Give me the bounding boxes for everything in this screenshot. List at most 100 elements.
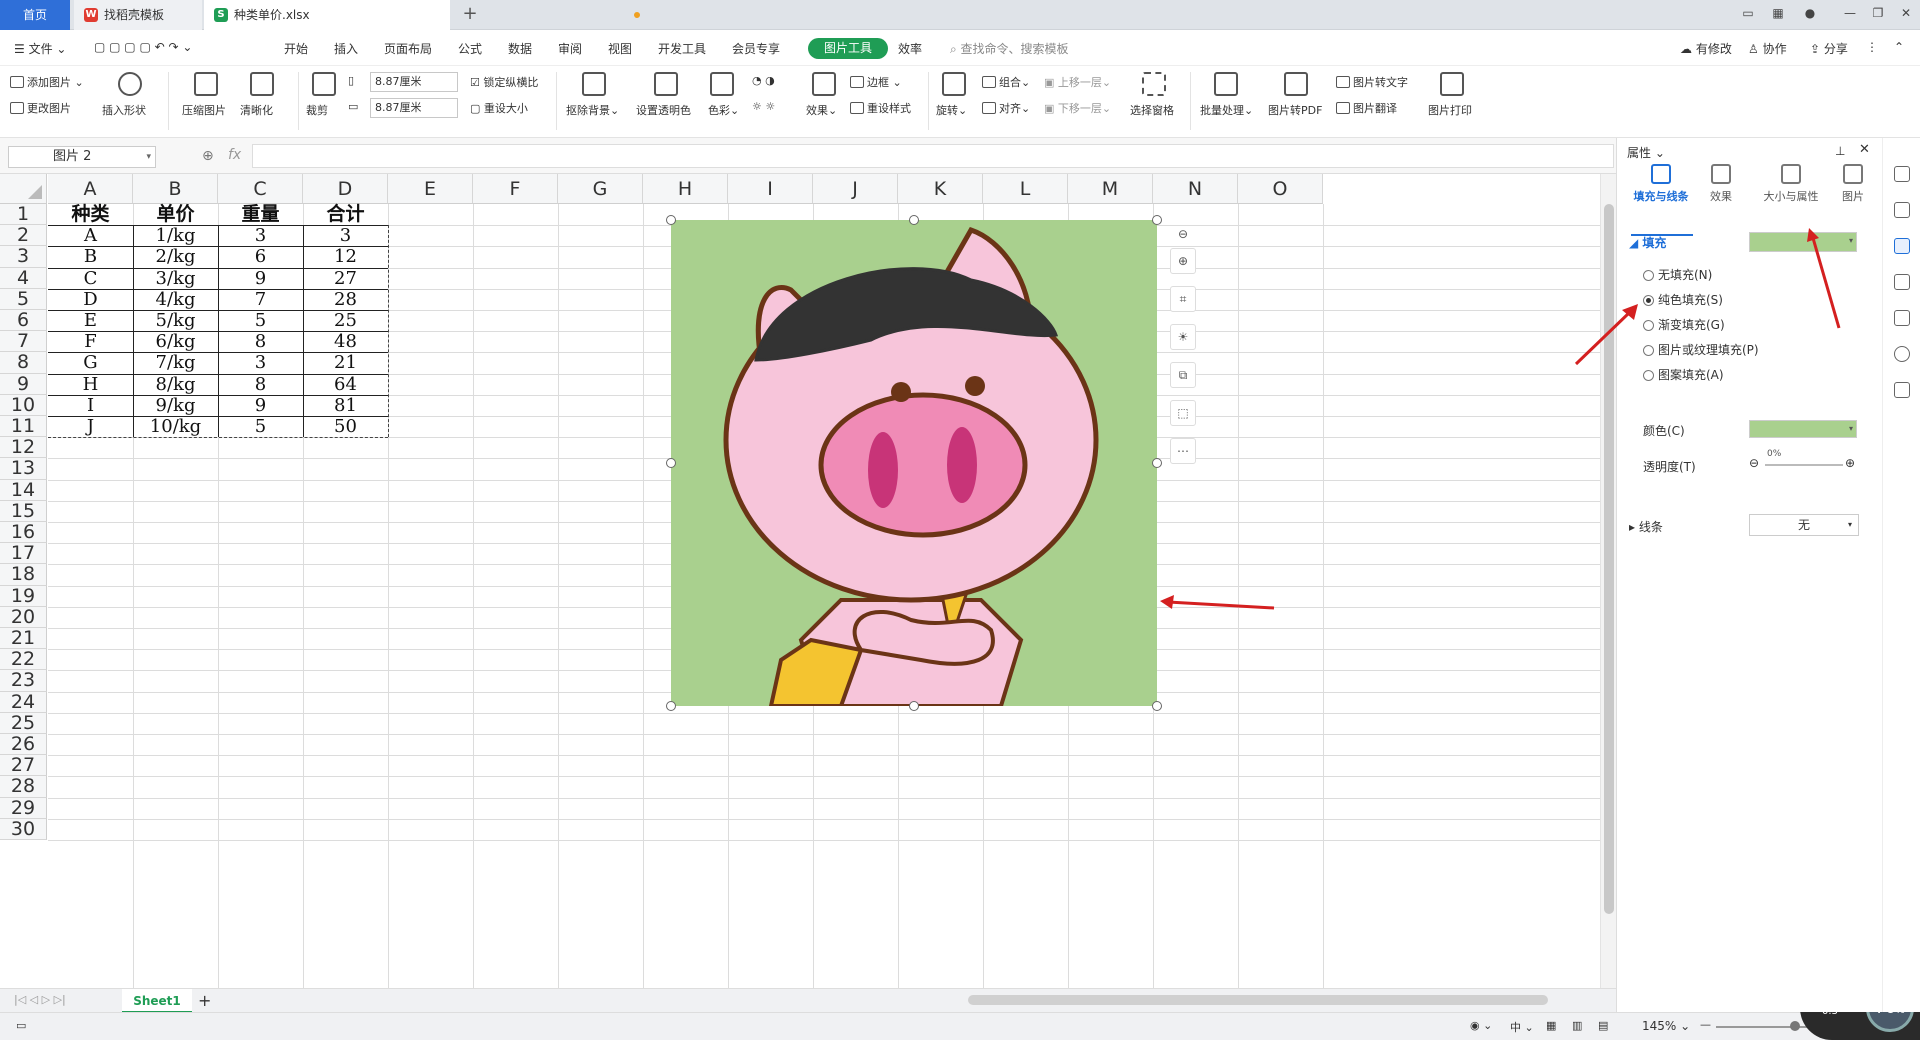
rotate-button[interactable]: 旋转⌄: [936, 102, 967, 118]
table-cell[interactable]: 25: [303, 310, 388, 331]
row-header-10[interactable]: 10: [0, 394, 47, 416]
table-cell[interactable]: 3: [218, 225, 303, 246]
insert-shape-button[interactable]: 插入形状: [102, 102, 146, 118]
table-cell[interactable]: 21: [303, 352, 388, 373]
layout-icon[interactable]: ▭: [1738, 6, 1758, 24]
row-header-13[interactable]: 13: [0, 458, 47, 480]
table-cell[interactable]: 6/kg: [133, 331, 218, 352]
tab-effects[interactable]: 效果: [1691, 164, 1751, 204]
remove-bg-button[interactable]: 抠除背景⌄: [566, 102, 619, 118]
resize-handle-tl[interactable]: [666, 215, 676, 225]
row-header-6[interactable]: 6: [0, 309, 47, 332]
view-normal-icon[interactable]: ▦: [1546, 1019, 1556, 1032]
menu-page-layout[interactable]: 页面布局: [384, 40, 432, 57]
table-cell[interactable]: 5: [218, 310, 303, 331]
table-cell[interactable]: 6: [218, 246, 303, 267]
zoom-out-icon[interactable]: —: [1700, 1018, 1711, 1031]
bring-forward-button[interactable]: ▣ 上移一层⌄: [1044, 74, 1111, 90]
table-cell[interactable]: E: [48, 310, 133, 331]
line-select[interactable]: 无 ▾: [1749, 514, 1859, 536]
share-button[interactable]: ⇪ 分享: [1810, 40, 1848, 57]
compress-button[interactable]: 压缩图片: [182, 102, 226, 118]
table-cell[interactable]: 3: [218, 352, 303, 373]
reset-style-button[interactable]: 重设样式: [850, 100, 911, 116]
menu-efficiency[interactable]: 效率: [898, 40, 922, 57]
radio-solid-fill[interactable]: 纯色填充(S): [1643, 291, 1723, 308]
apps-icon[interactable]: ▦: [1768, 6, 1788, 24]
menu-start[interactable]: 开始: [284, 40, 308, 57]
row-header-4[interactable]: 4: [0, 267, 47, 289]
resize-handle-b[interactable]: [909, 701, 919, 711]
table-cell[interactable]: 9: [218, 268, 303, 289]
column-header-D[interactable]: D: [303, 174, 388, 204]
table-cell[interactable]: A: [48, 225, 133, 246]
table-cell[interactable]: C: [48, 268, 133, 289]
table-cell[interactable]: 81: [303, 395, 388, 416]
tab-size-properties[interactable]: 大小与属性: [1751, 164, 1831, 204]
menu-data[interactable]: 数据: [508, 40, 532, 57]
print-button[interactable]: 图片打印: [1428, 102, 1472, 118]
set-transparent-button[interactable]: 设置透明色: [636, 102, 691, 118]
lock-ratio-checkbox[interactable]: ☑ 锁定纵横比: [470, 74, 538, 90]
select-picture-icon[interactable]: ⬚: [1170, 400, 1196, 426]
row-header-3[interactable]: 3: [0, 246, 47, 268]
resize-handle-r[interactable]: [1152, 458, 1162, 468]
table-cell[interactable]: D: [48, 289, 133, 310]
transparency-minus-icon[interactable]: ⊖: [1749, 456, 1759, 470]
translate-button[interactable]: 图片翻译: [1336, 100, 1397, 116]
tab-file[interactable]: S 种类单价.xlsx: [204, 0, 640, 30]
row-header-19[interactable]: 19: [0, 585, 47, 607]
file-menu[interactable]: ☰ 文件 ⌄: [14, 40, 66, 57]
column-header-E[interactable]: E: [388, 174, 473, 204]
to-text-button[interactable]: 图片转文字: [1336, 74, 1408, 90]
resize-handle-t[interactable]: [909, 215, 919, 225]
tab-fill-line[interactable]: 填充与线条: [1631, 164, 1691, 204]
row-header-16[interactable]: 16: [0, 521, 47, 544]
table-cell[interactable]: 50: [303, 416, 388, 437]
change-picture-button[interactable]: 更改图片: [10, 100, 71, 116]
menu-review[interactable]: 审阅: [558, 40, 582, 57]
column-header-H[interactable]: H: [643, 174, 728, 204]
view-page-icon[interactable]: ▥: [1572, 1019, 1582, 1032]
sharpen-button[interactable]: 清晰化: [240, 102, 273, 118]
table-cell[interactable]: H: [48, 374, 133, 395]
tab-templates[interactable]: W 找稻壳模板: [74, 0, 202, 30]
column-header-L[interactable]: L: [983, 174, 1068, 204]
copy-picture-icon[interactable]: ⧉: [1170, 362, 1196, 388]
column-header-C[interactable]: C: [218, 174, 303, 204]
batch-button[interactable]: 批量处理⌄: [1200, 102, 1253, 118]
color-button[interactable]: 色彩⌄: [708, 102, 739, 118]
menu-insert[interactable]: 插入: [334, 40, 358, 57]
align-button[interactable]: 对齐⌄: [982, 100, 1030, 116]
sheet-nav-icons[interactable]: |◁ ◁ ▷ ▷|: [14, 993, 66, 1006]
resize-handle-br[interactable]: [1152, 701, 1162, 711]
radio-gradient-fill[interactable]: 渐变填充(G): [1643, 316, 1725, 333]
row-header-28[interactable]: 28: [0, 776, 47, 798]
avatar[interactable]: ●: [1800, 6, 1820, 24]
restore-button[interactable]: ❐: [1868, 6, 1888, 24]
table-cell[interactable]: 64: [303, 374, 388, 395]
group-button[interactable]: 组合⌄: [982, 74, 1030, 90]
pig-picture[interactable]: [671, 220, 1157, 706]
book-icon[interactable]: [1894, 382, 1910, 398]
row-header-26[interactable]: 26: [0, 733, 47, 756]
row-header-23[interactable]: 23: [0, 670, 47, 692]
fx-icon[interactable]: fx: [228, 147, 241, 163]
table-cell[interactable]: 28: [303, 289, 388, 310]
row-header-9[interactable]: 9: [0, 373, 47, 395]
row-header-11[interactable]: 11: [0, 415, 47, 438]
row-header-1[interactable]: 1: [0, 203, 47, 226]
row-header-30[interactable]: 30: [0, 818, 47, 840]
column-header-J[interactable]: J: [813, 174, 898, 204]
column-header-K[interactable]: K: [898, 174, 983, 204]
zoom-formula-icon[interactable]: ⊕: [202, 148, 214, 164]
gallery-icon[interactable]: [1894, 310, 1910, 326]
more-icon[interactable]: ⋮: [1866, 40, 1878, 54]
column-header-M[interactable]: M: [1068, 174, 1153, 204]
spreadsheet-grid[interactable]: ABCDEFGHIJKLMNO 1 2 3 4 5 6 7 8 9 10 11 12 13 14 15 16 1…: [0, 174, 1600, 988]
table-cell[interactable]: B: [48, 246, 133, 267]
column-header-B[interactable]: B: [133, 174, 218, 204]
resize-handle-tr[interactable]: [1152, 215, 1162, 225]
eye-icon[interactable]: ◉ ⌄: [1470, 1019, 1492, 1032]
table-cell[interactable]: 单价: [133, 203, 218, 225]
